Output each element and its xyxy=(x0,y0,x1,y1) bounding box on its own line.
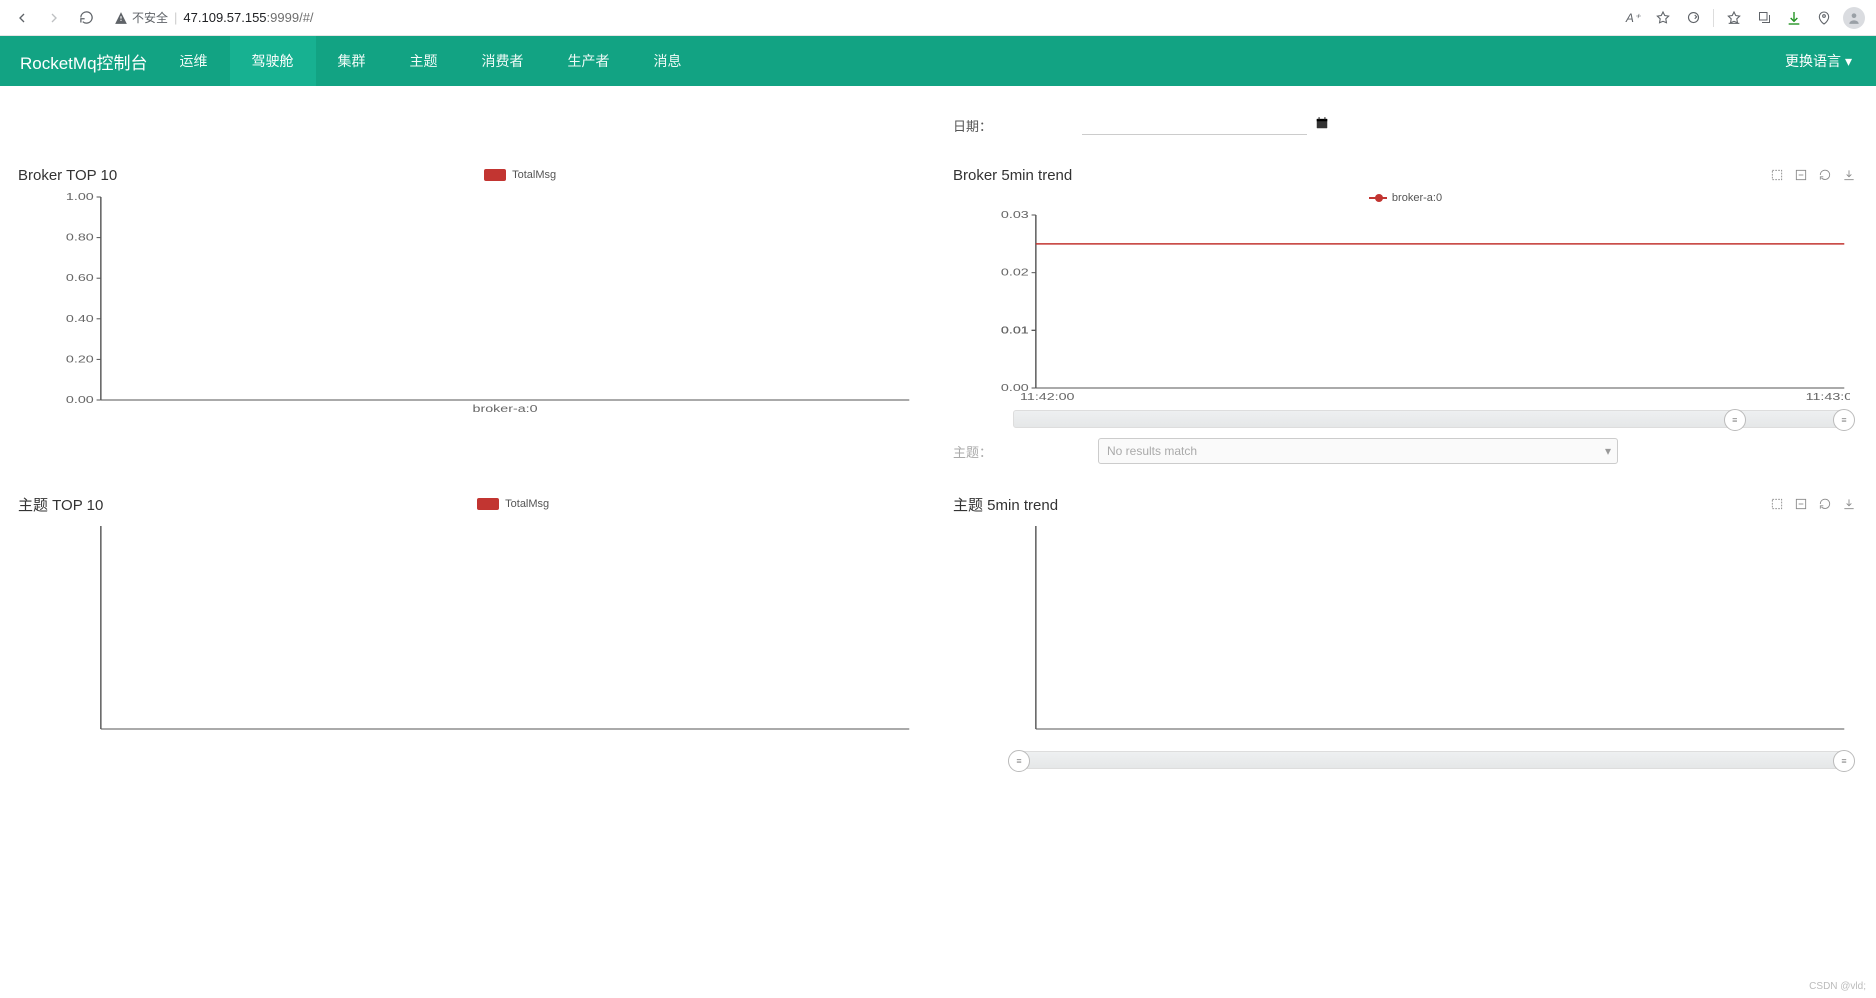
svg-text:0.60: 0.60 xyxy=(66,272,94,283)
download-chart-icon[interactable] xyxy=(1840,495,1858,513)
date-label: 日期： xyxy=(953,116,992,135)
svg-text:0.02: 0.02 xyxy=(1001,267,1029,278)
legend-label: TotalMsg xyxy=(512,169,556,181)
language-switch[interactable]: 更换语言 ▾ xyxy=(1771,51,1866,71)
zoom-reset-icon[interactable] xyxy=(1792,166,1810,184)
download-icon[interactable] xyxy=(1780,4,1808,32)
nav-item-6[interactable]: 消息 xyxy=(632,36,704,86)
chevron-down-icon: ▾ xyxy=(1845,53,1852,70)
reload-button[interactable] xyxy=(72,4,100,32)
topic-select[interactable]: No results match ▾ xyxy=(1098,438,1618,464)
svg-text:0.20: 0.20 xyxy=(66,353,94,364)
star-icon[interactable] xyxy=(1649,4,1677,32)
profile-avatar[interactable] xyxy=(1840,4,1868,32)
svg-text:11:43:00: 11:43:00 xyxy=(1806,391,1850,402)
svg-text:0.40: 0.40 xyxy=(66,313,94,324)
chart-topic-top xyxy=(58,522,915,747)
panel-broker-top: Broker TOP 10 TotalMsg 0.000.200.400.600… xyxy=(18,161,923,470)
extension-icon[interactable] xyxy=(1810,4,1838,32)
calendar-icon[interactable] xyxy=(1315,116,1329,133)
chevron-down-icon: ▾ xyxy=(1605,444,1611,458)
svg-text:1.00: 1.00 xyxy=(66,193,94,202)
chart-broker-top: 0.00 0.20 0.40 0.60 0.80 1.00 broker-a:0 xyxy=(58,193,915,418)
panel-title: Broker 5min trend xyxy=(953,167,1072,184)
restore-icon[interactable] xyxy=(1816,495,1834,513)
address-bar[interactable]: 不安全 | 47.109.57.155:9999/#/ xyxy=(104,4,1615,32)
zoom-handle-right[interactable]: ≡ xyxy=(1833,409,1855,431)
nav-item-4[interactable]: 消费者 xyxy=(460,36,546,86)
date-input[interactable] xyxy=(1082,117,1307,135)
svg-text:0.00: 0.00 xyxy=(66,394,94,405)
panel-topic-trend: 主题 5min trend ≡ ≡ xyxy=(953,490,1858,769)
zoom-handle-right[interactable]: ≡ xyxy=(1833,750,1855,772)
insecure-label: 不安全 xyxy=(132,9,168,26)
panel-title: 主题 5min trend xyxy=(953,494,1058,515)
nav-item-0[interactable]: 运维 xyxy=(158,36,230,86)
refresh-extra-icon[interactable] xyxy=(1679,4,1707,32)
svg-text:broker-a:0: broker-a:0 xyxy=(473,403,538,414)
chart-topic-trend xyxy=(993,522,1850,747)
zoom-reset-icon[interactable] xyxy=(1792,495,1810,513)
zoom-slider[interactable]: ≡ ≡ xyxy=(1013,410,1850,428)
nav-item-5[interactable]: 生产者 xyxy=(546,36,632,86)
zoom-handle-left[interactable]: ≡ xyxy=(1724,409,1746,431)
select-placeholder: No results match xyxy=(1107,444,1197,458)
zoom-slider[interactable]: ≡ ≡ xyxy=(1013,751,1850,769)
legend-swatch xyxy=(477,498,499,510)
svg-text:11:42:00: 11:42:00 xyxy=(1020,391,1075,402)
legend-line-icon xyxy=(1369,197,1387,199)
favorites-icon[interactable] xyxy=(1720,4,1748,32)
legend-label: broker-a:0 xyxy=(1392,192,1442,204)
legend-label: TotalMsg xyxy=(505,498,549,510)
svg-text:0.03: 0.03 xyxy=(1001,211,1029,220)
svg-text:0.01: 0.01 xyxy=(1001,324,1029,335)
download-chart-icon[interactable] xyxy=(1840,166,1858,184)
insecure-badge: 不安全 xyxy=(114,9,168,26)
zoom-select-icon[interactable] xyxy=(1768,166,1786,184)
panel-title: Broker TOP 10 xyxy=(18,167,117,184)
language-label: 更换语言 xyxy=(1785,51,1841,71)
url-text: 47.109.57.155:9999/#/ xyxy=(183,10,313,25)
brand-title: RocketMq控制台 xyxy=(10,49,158,74)
panel-topic-top: 主题 TOP 10 TotalMsg xyxy=(18,490,923,769)
nav-item-1[interactable]: 驾驶舱 xyxy=(230,36,316,86)
zoom-handle-left[interactable]: ≡ xyxy=(1008,750,1030,772)
back-button[interactable] xyxy=(8,4,36,32)
forward-button[interactable] xyxy=(40,4,68,32)
nav-item-3[interactable]: 主题 xyxy=(388,36,460,86)
app-nav: RocketMq控制台 运维驾驶舱集群主题消费者生产者消息 更换语言 ▾ xyxy=(0,36,1876,86)
collections-icon[interactable] xyxy=(1750,4,1778,32)
nav-item-2[interactable]: 集群 xyxy=(316,36,388,86)
svg-text:0.80: 0.80 xyxy=(66,232,94,243)
browser-toolbar: 不安全 | 47.109.57.155:9999/#/ A⁺ xyxy=(0,0,1876,36)
panel-title: 主题 TOP 10 xyxy=(18,494,103,515)
zoom-select-icon[interactable] xyxy=(1768,495,1786,513)
legend-swatch xyxy=(484,169,506,181)
watermark: CSDN @vld; xyxy=(1809,981,1866,992)
restore-icon[interactable] xyxy=(1816,166,1834,184)
panel-broker-trend: Broker 5min trend broker-a:0 0.000.010.0… xyxy=(953,161,1858,470)
topic-label: 主题： xyxy=(953,442,993,461)
text-zoom-icon[interactable]: A⁺ xyxy=(1619,4,1647,32)
chart-broker-trend: 0.000.010.010.010.020.0311:42:0011:43:00 xyxy=(993,211,1850,406)
